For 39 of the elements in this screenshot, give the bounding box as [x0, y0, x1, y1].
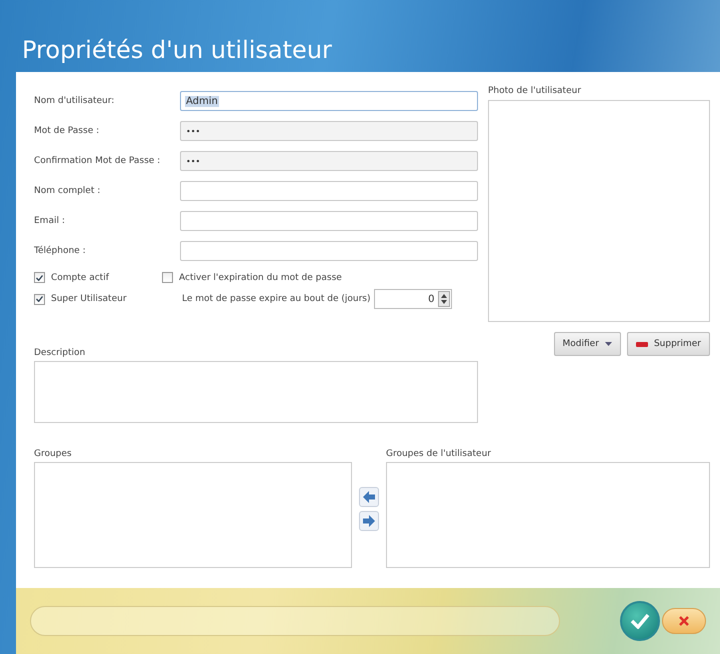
password-field[interactable]: •••: [180, 151, 478, 171]
input-field[interactable]: [180, 241, 478, 261]
close-icon: [679, 616, 689, 626]
checkbox[interactable]: [162, 272, 173, 283]
modify-button[interactable]: Modifier: [554, 332, 621, 356]
field-label: Nom d'utilisateur:: [34, 96, 116, 106]
checkbox[interactable]: [34, 272, 45, 283]
field-label: Nom complet :: [34, 186, 102, 196]
ok-button[interactable]: [620, 601, 660, 641]
checkbox-label: Activer l'expiration du mot de passe: [179, 272, 342, 282]
caret-icon: [604, 342, 612, 346]
checkbox[interactable]: [34, 294, 45, 304]
right-arrow-button[interactable]: [359, 511, 379, 531]
photo-label: Photo de l'utilisateur: [488, 86, 582, 96]
input-field[interactable]: [180, 211, 478, 231]
spinner-label: Le mot de passe expire au bout de (jours): [182, 294, 370, 304]
input-field[interactable]: Admin: [180, 91, 478, 111]
left-arrow-button[interactable]: [359, 487, 379, 507]
field-label: Confirmation Mot de Passe :: [34, 156, 162, 166]
window-title: Propriétés d'un utilisateur: [22, 36, 332, 64]
password-field[interactable]: •••: [180, 121, 478, 141]
checkbox-label: Super Utilisateur: [51, 294, 127, 304]
field-label: Email :: [34, 216, 66, 226]
field-label: Mot de Passe :: [34, 126, 100, 136]
cancel-button[interactable]: [662, 608, 706, 634]
groups-label: Groupes: [34, 449, 73, 459]
delete-button[interactable]: Supprimer: [626, 332, 710, 356]
number-spinner[interactable]: 0: [374, 289, 452, 309]
field-label: Téléphone :: [34, 246, 87, 256]
checkbox-label: Compte actif: [51, 272, 109, 282]
minus-icon: [636, 342, 648, 346]
user-groups-label: Groupes de l'utilisateur: [386, 449, 492, 459]
description-label: Description: [34, 348, 86, 358]
description-field[interactable]: [34, 361, 478, 423]
check-icon: [36, 274, 43, 280]
input-field[interactable]: [180, 181, 478, 201]
check-icon: [36, 296, 43, 302]
check-icon: [630, 613, 650, 629]
spin-arrows-icon[interactable]: [438, 291, 450, 307]
